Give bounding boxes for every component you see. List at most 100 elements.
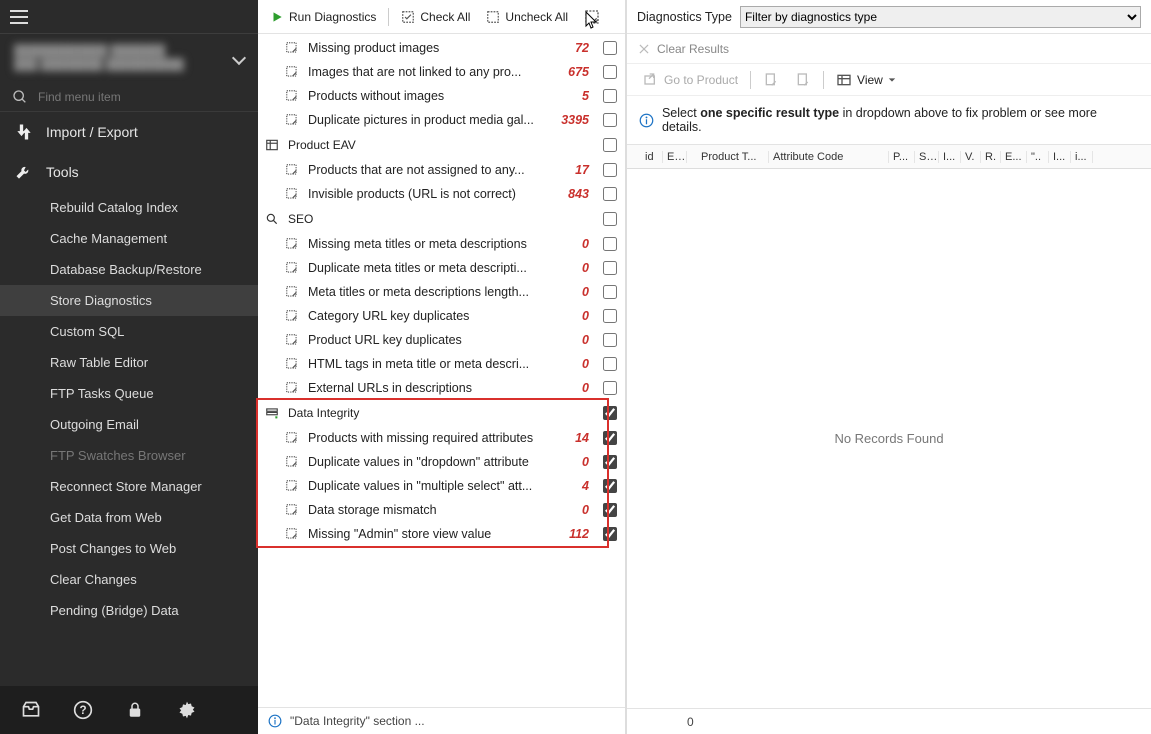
hamburger-menu-icon[interactable] — [10, 10, 28, 24]
row-checkbox[interactable] — [603, 357, 617, 371]
tree-row[interactable]: External URLs in descriptions0 — [258, 376, 625, 400]
grid-col-header[interactable]: E... — [663, 151, 687, 163]
tree-row[interactable]: Category URL key duplicates0 — [258, 304, 625, 328]
grid-col-header[interactable]: Attribute Code — [769, 151, 889, 163]
sidebar-search[interactable] — [0, 83, 258, 112]
run-diagnostics-button[interactable]: Run Diagnostics — [264, 7, 382, 27]
tree-row[interactable]: Invisible products (URL is not correct)8… — [258, 182, 625, 206]
diagnostics-tree: Missing product images72Images that are … — [258, 34, 625, 707]
action-1-button[interactable] — [757, 69, 785, 91]
help-icon[interactable]: ? — [72, 699, 94, 721]
grid-col-header[interactable]: P... — [889, 151, 915, 163]
tree-row[interactable]: Images that are not linked to any pro...… — [258, 60, 625, 84]
row-checkbox[interactable] — [603, 455, 617, 469]
group-checkbox[interactable] — [603, 406, 617, 420]
sidebar-item[interactable]: Reconnect Store Manager — [0, 471, 258, 502]
tree-row[interactable]: Duplicate meta titles or meta descripti.… — [258, 256, 625, 280]
row-icon — [284, 502, 300, 518]
tree-row[interactable]: Duplicate pictures in product media gal.… — [258, 108, 625, 132]
row-checkbox[interactable] — [603, 113, 617, 127]
grid-col-header[interactable]: R. — [981, 151, 1001, 163]
row-checkbox[interactable] — [603, 503, 617, 517]
row-checkbox[interactable] — [603, 237, 617, 251]
tree-row[interactable]: Missing meta titles or meta descriptions… — [258, 232, 625, 256]
sidebar-section[interactable]: Import / Export — [0, 112, 258, 152]
group-checkbox[interactable] — [603, 212, 617, 226]
row-count: 0 — [547, 357, 589, 371]
row-count: 843 — [547, 187, 589, 201]
action-2-button[interactable] — [789, 69, 817, 91]
uncheck-all-button[interactable]: Uncheck All — [480, 7, 574, 27]
view-button[interactable]: View — [830, 69, 902, 91]
row-checkbox[interactable] — [603, 333, 617, 347]
row-label: Duplicate pictures in product media gal.… — [308, 113, 547, 127]
gear-icon[interactable] — [176, 699, 198, 721]
tree-group[interactable]: SEO — [258, 206, 625, 232]
sidebar-item[interactable]: Store Diagnostics — [0, 285, 258, 316]
tree-row[interactable]: Data storage mismatch0 — [258, 498, 625, 522]
sidebar-item[interactable]: Clear Changes — [0, 564, 258, 595]
grid-col-header[interactable]: i... — [1071, 151, 1093, 163]
row-count: 0 — [547, 455, 589, 469]
sidebar-section[interactable]: Tools — [0, 152, 258, 192]
tree-row[interactable]: Products that are not assigned to any...… — [258, 158, 625, 182]
check-all-button[interactable]: Check All — [395, 7, 476, 27]
store-selector[interactable]: ████████████ ███████ ███ ████████ ██████… — [0, 34, 258, 83]
sidebar: ████████████ ███████ ███ ████████ ██████… — [0, 0, 258, 734]
grid-col-header[interactable]: V. — [961, 151, 981, 163]
grid-col-header[interactable]: Product T... — [697, 151, 769, 163]
sidebar-item[interactable]: FTP Tasks Queue — [0, 378, 258, 409]
row-label: Product URL key duplicates — [308, 333, 547, 347]
grid-col-header[interactable]: I... — [1049, 151, 1071, 163]
tree-row[interactable]: Products without images5 — [258, 84, 625, 108]
tree-group[interactable]: Product EAV — [258, 132, 625, 158]
row-checkbox[interactable] — [603, 41, 617, 55]
sidebar-item[interactable]: FTP Swatches Browser — [0, 440, 258, 471]
lock-icon[interactable] — [124, 699, 146, 721]
go-to-product-button[interactable]: Go to Product — [637, 69, 744, 91]
row-checkbox[interactable] — [603, 261, 617, 275]
results-panel: Diagnostics Type Filter by diagnostics t… — [626, 0, 1151, 734]
sidebar-item[interactable]: Outgoing Email — [0, 409, 258, 440]
sidebar-item[interactable]: Rebuild Catalog Index — [0, 192, 258, 223]
row-checkbox[interactable] — [603, 285, 617, 299]
sidebar-item[interactable]: Raw Table Editor — [0, 347, 258, 378]
grid-col-header[interactable]: I... — [939, 151, 961, 163]
row-count: 112 — [547, 527, 589, 541]
clear-results-button[interactable]: Clear Results — [657, 42, 729, 56]
inbox-icon[interactable] — [20, 699, 42, 721]
row-checkbox[interactable] — [603, 527, 617, 541]
sidebar-search-input[interactable] — [38, 90, 246, 104]
diagnostics-toolbar: Run Diagnostics Check All Uncheck All — [258, 0, 625, 34]
row-checkbox[interactable] — [603, 163, 617, 177]
row-checkbox[interactable] — [603, 381, 617, 395]
grid-col-header[interactable]: E... — [1001, 151, 1027, 163]
tree-group[interactable]: Data Integrity — [258, 400, 625, 426]
tree-row[interactable]: Duplicate values in "multiple select" at… — [258, 474, 625, 498]
grid-col-header[interactable]: id — [641, 151, 663, 163]
tree-row[interactable]: Duplicate values in "dropdown" attribute… — [258, 450, 625, 474]
sidebar-item[interactable]: Get Data from Web — [0, 502, 258, 533]
row-checkbox[interactable] — [603, 89, 617, 103]
grid-col-header[interactable]: S... — [915, 151, 939, 163]
tree-row[interactable]: HTML tags in meta title or meta descri..… — [258, 352, 625, 376]
sidebar-item[interactable]: Database Backup/Restore — [0, 254, 258, 285]
tree-row[interactable]: Products with missing required attribute… — [258, 426, 625, 450]
row-checkbox[interactable] — [603, 309, 617, 323]
tree-row[interactable]: Missing product images72 — [258, 36, 625, 60]
tree-row[interactable]: Missing "Admin" store view value112 — [258, 522, 625, 546]
sidebar-item[interactable]: Custom SQL — [0, 316, 258, 347]
row-checkbox[interactable] — [603, 65, 617, 79]
row-checkbox[interactable] — [603, 187, 617, 201]
group-checkbox[interactable] — [603, 138, 617, 152]
row-checkbox[interactable] — [603, 479, 617, 493]
tree-row[interactable]: Meta titles or meta descriptions length.… — [258, 280, 625, 304]
filter-button[interactable] — [578, 6, 606, 28]
diagnostics-type-select[interactable]: Filter by diagnostics type — [740, 6, 1141, 28]
sidebar-item[interactable]: Cache Management — [0, 223, 258, 254]
tree-row[interactable]: Product URL key duplicates0 — [258, 328, 625, 352]
sidebar-item[interactable]: Post Changes to Web — [0, 533, 258, 564]
grid-col-header[interactable]: ".. — [1027, 151, 1049, 163]
row-checkbox[interactable] — [603, 431, 617, 445]
sidebar-item[interactable]: Pending (Bridge) Data — [0, 595, 258, 626]
